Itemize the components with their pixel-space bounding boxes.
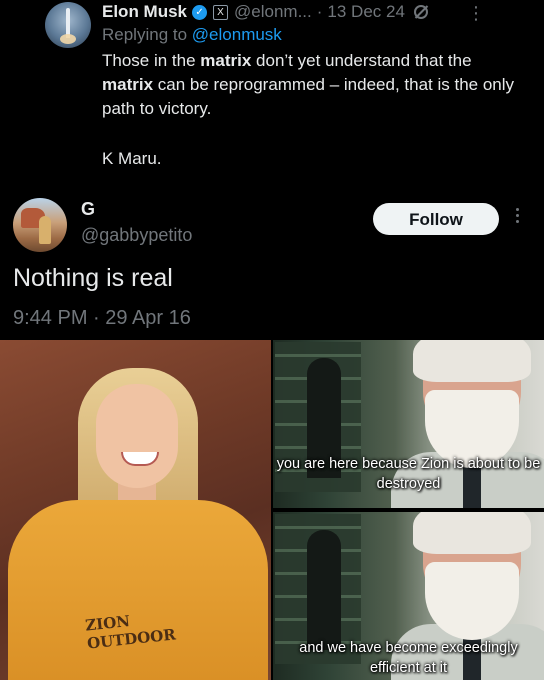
matrix-still-top[interactable]: you are here because Zion is about to be… bbox=[273, 340, 544, 508]
replying-prefix: Replying to bbox=[102, 25, 188, 44]
photo-woman-smiling[interactable]: ZION OUTDOOR bbox=[0, 340, 271, 680]
reply-handle[interactable]: @elonm... bbox=[234, 2, 312, 22]
tweet-text: Nothing is real bbox=[13, 264, 173, 292]
reply-date[interactable]: 13 Dec 24 bbox=[327, 2, 405, 22]
reply-body-text: Those in the bbox=[102, 51, 201, 70]
follow-button[interactable]: Follow bbox=[373, 203, 499, 235]
reply-body-bold: matrix bbox=[200, 51, 252, 70]
x-affiliation-badge-icon: X bbox=[213, 4, 229, 20]
reply-body-text: can be reprogrammed – indeed, that is th… bbox=[102, 75, 515, 118]
tweet-author-name[interactable]: G bbox=[81, 199, 95, 220]
tweet-media: ZION OUTDOOR you are here because Zion i… bbox=[0, 340, 544, 680]
reply-body-text: don’t yet understand that the bbox=[251, 51, 472, 70]
tweet-handle[interactable]: @gabbypetito bbox=[81, 225, 192, 246]
verified-badge-icon: ✓ bbox=[192, 4, 208, 20]
replying-to: Replying to @elonmusk bbox=[102, 25, 282, 45]
matrix-still-bottom[interactable]: and we have become exceedingly efficient… bbox=[273, 512, 544, 680]
gabby-avatar[interactable] bbox=[13, 198, 67, 252]
reply-signature: K Maru. bbox=[102, 149, 162, 168]
caption-top: you are here because Zion is about to be… bbox=[276, 456, 541, 492]
reply-header: Elon Musk ✓ X @elonm... · 13 Dec 24 bbox=[102, 0, 428, 24]
replying-to-link[interactable]: @elonmusk bbox=[192, 25, 282, 44]
tweet-more-icon[interactable] bbox=[516, 208, 520, 226]
reply-body-bold: matrix bbox=[102, 75, 154, 94]
separator-dot: · bbox=[316, 2, 323, 21]
tweet-timestamp[interactable]: 9:44 PM · 29 Apr 16 bbox=[13, 307, 191, 330]
caption-bottom: and we have become exceedingly efficient… bbox=[299, 640, 518, 676]
reply-author-name[interactable]: Elon Musk bbox=[102, 2, 187, 22]
reply-body: Those in the matrix don’t yet understand… bbox=[102, 49, 522, 121]
elon-avatar[interactable] bbox=[45, 2, 91, 48]
grok-icon[interactable] bbox=[413, 5, 428, 19]
reply-more-icon[interactable]: ⋮ bbox=[467, 3, 485, 24]
